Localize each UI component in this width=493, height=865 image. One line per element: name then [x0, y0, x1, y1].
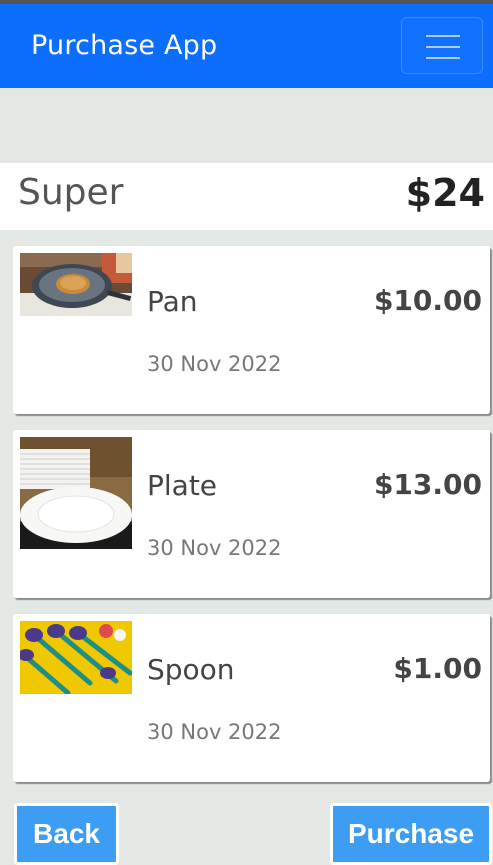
item-name: Pan: [147, 285, 198, 318]
navbar: Purchase App: [0, 4, 493, 88]
item-date: 30 Nov 2022: [147, 352, 282, 376]
item-price: $1.00: [393, 652, 482, 685]
total-amount: $24: [405, 171, 485, 215]
hamburger-menu-icon[interactable]: [401, 17, 483, 74]
plate-image: [20, 437, 132, 549]
item-price: $13.00: [373, 468, 482, 501]
store-name: Super: [18, 172, 124, 213]
purchase-summary: Super $24: [0, 163, 493, 230]
purchase-button[interactable]: Purchase: [330, 803, 492, 865]
item-name: Plate: [147, 469, 218, 502]
list-item[interactable]: Plate $13.00 30 Nov 2022: [13, 430, 490, 598]
item-date: 30 Nov 2022: [147, 720, 282, 744]
app-brand[interactable]: Purchase App: [31, 30, 217, 61]
item-name: Spoon: [147, 653, 235, 686]
spoon-image: [20, 621, 132, 694]
item-price: $10.00: [373, 284, 482, 317]
pan-image: [20, 253, 132, 316]
list-item[interactable]: Pan $10.00 30 Nov 2022: [13, 246, 490, 414]
item-date: 30 Nov 2022: [147, 536, 282, 560]
back-button[interactable]: Back: [14, 803, 119, 865]
list-item[interactable]: Spoon $1.00 30 Nov 2022: [13, 614, 490, 782]
